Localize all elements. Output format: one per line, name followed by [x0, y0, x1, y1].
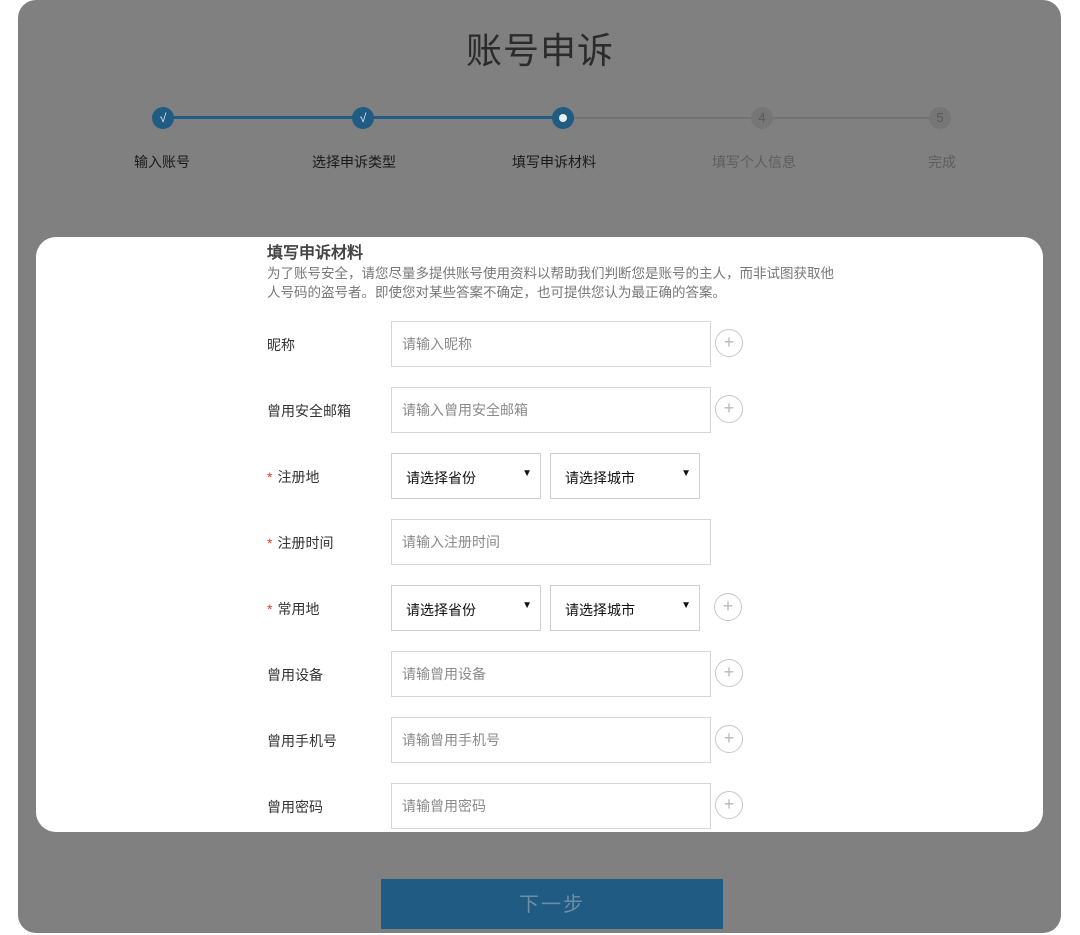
appeal-materials-dialog: 填写申诉材料 为了账号安全，请您尽量多提供账号使用资料以帮助我们判断您是账号的主… — [36, 237, 1043, 832]
chevron-down-icon: ▼ — [522, 600, 532, 611]
device-label: 曾用设备 — [267, 667, 323, 683]
add-nickname-icon[interactable]: + — [715, 329, 743, 357]
required-mark: * — [267, 535, 273, 551]
add-password-icon[interactable]: + — [715, 791, 743, 819]
field-row-reg-place: * 注册地 请选择省份 ▼ 请选择城市 ▼ — [36, 453, 1043, 499]
step-5-number: 5 — [929, 107, 951, 129]
nickname-label: 昵称 — [267, 337, 295, 353]
usual-place-label: * 常用地 — [267, 599, 319, 619]
email-label: 曾用安全邮箱 — [267, 403, 351, 419]
add-usual-place-icon[interactable]: + — [714, 593, 742, 621]
reg-province-value: 请选择省份 — [406, 470, 476, 486]
field-row-reg-time: * 注册时间 — [36, 519, 1043, 565]
field-row-phone: 曾用手机号 + — [36, 717, 1043, 763]
usual-province-select[interactable]: 请选择省份 ▼ — [391, 585, 541, 631]
step-3-label: 填写申诉材料 — [512, 154, 596, 170]
reg-place-label-text: 注册地 — [277, 469, 320, 485]
add-phone-icon[interactable]: + — [715, 725, 743, 753]
step-4-label: 填写个人信息 — [712, 154, 796, 170]
stepper-line-4 — [772, 117, 930, 119]
usual-city-value: 请选择城市 — [565, 602, 635, 618]
field-row-nickname: 昵称 + — [36, 321, 1043, 367]
password-input[interactable] — [391, 783, 711, 829]
stepper-line-1 — [174, 116, 354, 119]
usual-place-label-text: 常用地 — [277, 601, 320, 617]
step-4-number: 4 — [751, 107, 773, 129]
section-description: 为了账号安全，请您尽量多提供账号使用资料以帮助我们判断您是账号的主人，而非试图获… — [267, 266, 834, 300]
step-5-label: 完成 — [928, 154, 956, 170]
progress-stepper: √ √ 4 5 输入账号 选择申诉类型 填写申诉材料 填写个人信息 完成 — [0, 0, 1080, 200]
reg-place-label: * 注册地 — [267, 467, 319, 487]
chevron-down-icon: ▼ — [681, 468, 691, 479]
field-row-usual-place: * 常用地 请选择省份 ▼ 请选择城市 ▼ + — [36, 585, 1043, 631]
password-label: 曾用密码 — [267, 799, 323, 815]
chevron-down-icon: ▼ — [522, 468, 532, 479]
chevron-down-icon: ▼ — [681, 600, 691, 611]
reg-time-label: * 注册时间 — [267, 533, 333, 553]
email-input[interactable] — [391, 387, 711, 433]
device-input[interactable] — [391, 651, 711, 697]
stepper-line-2 — [374, 116, 554, 119]
field-row-email: 曾用安全邮箱 + — [36, 387, 1043, 433]
usual-province-value: 请选择省份 — [406, 602, 476, 618]
field-row-password: 曾用密码 + — [36, 783, 1043, 829]
required-mark: * — [267, 469, 273, 485]
step-1-check-icon: √ — [152, 107, 174, 129]
stepper-line-3 — [574, 117, 752, 119]
step-1-label: 输入账号 — [134, 154, 190, 170]
reg-city-value: 请选择城市 — [565, 470, 635, 486]
phone-input[interactable] — [391, 717, 711, 763]
reg-city-select[interactable]: 请选择城市 ▼ — [550, 453, 700, 499]
required-mark: * — [267, 601, 273, 617]
section-title: 填写申诉材料 — [267, 245, 364, 262]
field-row-device: 曾用设备 + — [36, 651, 1043, 697]
reg-time-input[interactable] — [391, 519, 711, 565]
usual-city-select[interactable]: 请选择城市 ▼ — [550, 585, 700, 631]
add-device-icon[interactable]: + — [715, 659, 743, 687]
reg-province-select[interactable]: 请选择省份 ▼ — [391, 453, 541, 499]
step-3-current-dot-icon — [552, 107, 574, 129]
phone-label: 曾用手机号 — [267, 733, 337, 749]
next-step-button[interactable]: 下一步 — [381, 879, 723, 929]
nickname-input[interactable] — [391, 321, 711, 367]
add-email-icon[interactable]: + — [715, 395, 743, 423]
reg-time-label-text: 注册时间 — [277, 535, 334, 551]
step-2-label: 选择申诉类型 — [312, 154, 396, 170]
step-2-check-icon: √ — [352, 107, 374, 129]
